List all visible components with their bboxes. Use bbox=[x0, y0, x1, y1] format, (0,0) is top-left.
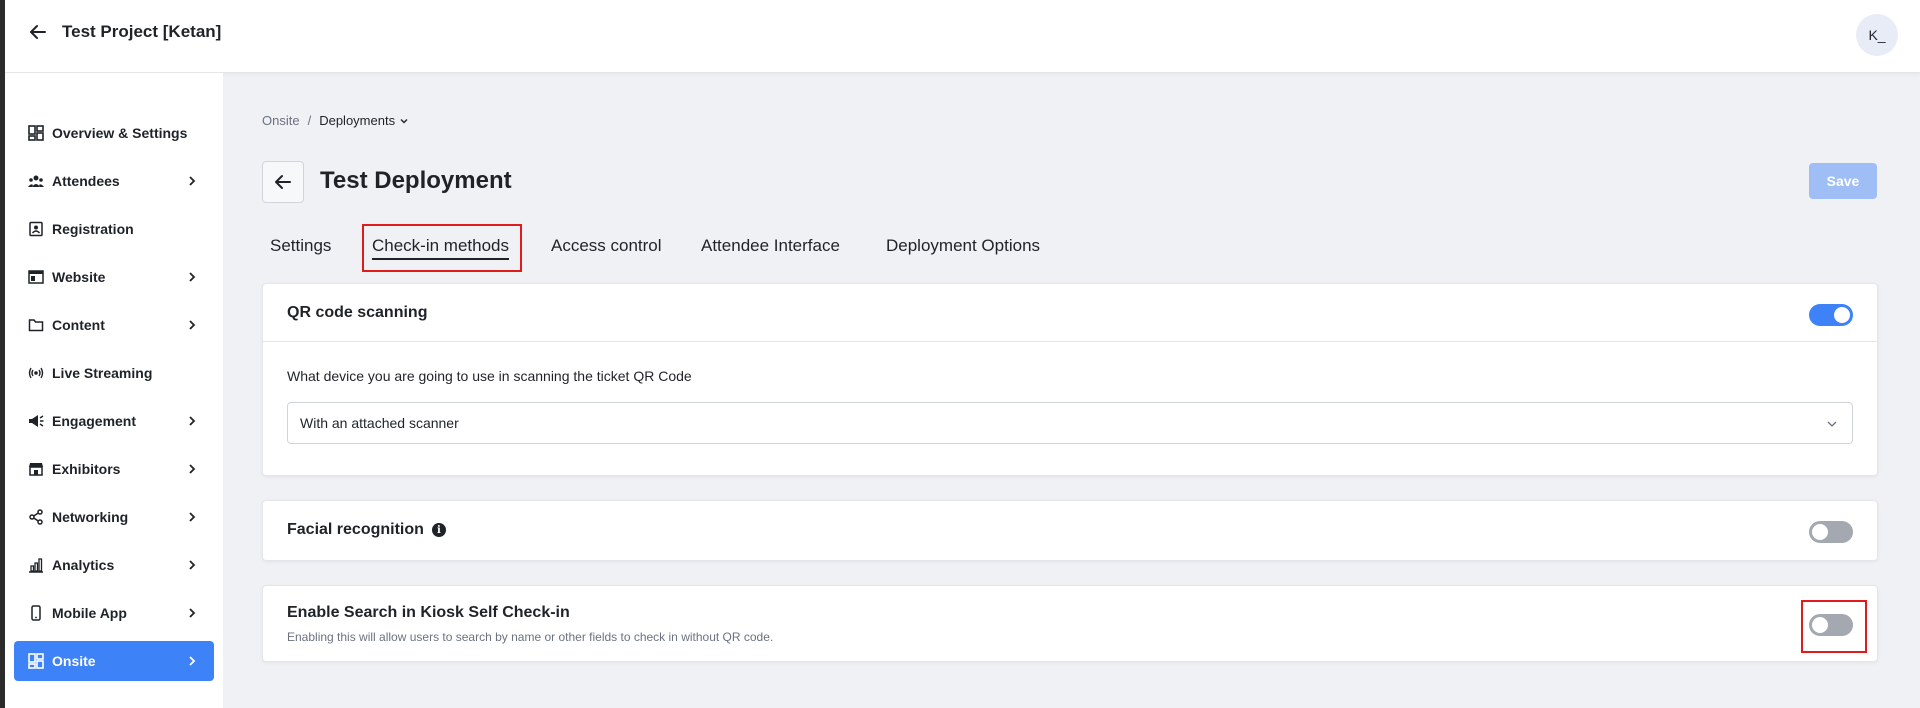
qr-device-select[interactable]: With an attached scanner bbox=[287, 402, 1853, 444]
dashboard-icon bbox=[28, 653, 44, 669]
kiosk-search-description: Enabling this will allow users to search… bbox=[287, 630, 774, 644]
page-title: Test Deployment bbox=[320, 167, 512, 194]
facial-recognition-card: Facial recognition i bbox=[262, 500, 1878, 561]
sidebar-item-website[interactable]: Website bbox=[14, 257, 214, 297]
chevron-right-icon bbox=[189, 272, 196, 282]
facial-recognition-header: Facial recognition i bbox=[287, 521, 446, 539]
toggle-knob bbox=[1812, 524, 1828, 540]
chevron-right-icon bbox=[189, 560, 196, 570]
store-icon bbox=[28, 461, 44, 477]
qr-device-selected-value: With an attached scanner bbox=[300, 415, 459, 431]
back-arrow-icon[interactable] bbox=[28, 22, 48, 42]
kiosk-search-card: Enable Search in Kiosk Self Check-in Ena… bbox=[262, 585, 1878, 662]
sidebar-item-engagement[interactable]: Engagement bbox=[14, 401, 214, 441]
sidebar-item-registration[interactable]: Registration bbox=[14, 209, 214, 249]
chevron-right-icon bbox=[189, 464, 196, 474]
sidebar-item-mobile-app[interactable]: Mobile App bbox=[14, 593, 214, 633]
breadcrumb: Onsite / Deployments bbox=[262, 113, 409, 128]
chevron-right-icon bbox=[189, 320, 196, 330]
breadcrumb-separator: / bbox=[307, 113, 312, 128]
toggle-highlight-box bbox=[1801, 600, 1867, 653]
sidebar-item-onsite[interactable]: Onsite bbox=[14, 641, 214, 681]
browser-icon bbox=[28, 269, 44, 285]
share-icon bbox=[28, 509, 44, 525]
top-bar: Test Project [Ketan] K_ bbox=[0, 0, 1920, 73]
tab-deployment-options[interactable]: Deployment Options bbox=[886, 236, 1040, 256]
breadcrumb-current-label: Deployments bbox=[319, 113, 396, 128]
sidebar: Overview & Settings Attendees Registrati… bbox=[5, 73, 223, 708]
people-icon bbox=[28, 173, 44, 189]
sidebar-item-label: Content bbox=[52, 317, 105, 333]
sidebar-item-networking[interactable]: Networking bbox=[14, 497, 214, 537]
sidebar-item-label: Analytics bbox=[52, 557, 115, 573]
breadcrumb-current[interactable]: Deployments bbox=[319, 113, 409, 128]
sidebar-item-label: Exhibitors bbox=[52, 461, 121, 477]
sidebar-item-label: Live Streaming bbox=[52, 365, 153, 381]
tab-access-control[interactable]: Access control bbox=[551, 236, 662, 256]
folder-icon bbox=[28, 317, 44, 333]
back-arrow-icon bbox=[275, 175, 291, 189]
kiosk-search-title: Enable Search in Kiosk Self Check-in bbox=[287, 604, 570, 621]
qr-scanning-toggle[interactable] bbox=[1809, 304, 1853, 326]
facial-recognition-title: Facial recognition bbox=[287, 521, 424, 538]
toggle-knob bbox=[1834, 307, 1850, 323]
sidebar-item-live-streaming[interactable]: Live Streaming bbox=[14, 353, 214, 393]
save-button[interactable]: Save bbox=[1809, 163, 1877, 199]
chevron-right-icon bbox=[189, 656, 196, 666]
bar-chart-icon bbox=[28, 557, 44, 573]
facial-recognition-toggle[interactable] bbox=[1809, 521, 1853, 543]
tab-settings[interactable]: Settings bbox=[270, 236, 331, 256]
dashboard-icon bbox=[28, 125, 44, 141]
qr-scanning-title: QR code scanning bbox=[287, 304, 428, 321]
tab-attendee-interface[interactable]: Attendee Interface bbox=[701, 236, 840, 256]
page-back-button[interactable] bbox=[262, 161, 304, 203]
sidebar-item-label: Mobile App bbox=[52, 605, 127, 621]
sidebar-item-overview-settings[interactable]: Overview & Settings bbox=[14, 113, 214, 153]
sidebar-item-label: Attendees bbox=[52, 173, 120, 189]
sidebar-item-content[interactable]: Content bbox=[14, 305, 214, 345]
card-divider bbox=[263, 341, 1877, 342]
id-card-icon bbox=[28, 221, 44, 237]
sidebar-item-label: Registration bbox=[52, 221, 134, 237]
info-icon[interactable]: i bbox=[431, 523, 446, 537]
sidebar-item-analytics[interactable]: Analytics bbox=[14, 545, 214, 585]
sidebar-item-label: Networking bbox=[52, 509, 129, 525]
chevron-right-icon bbox=[189, 608, 196, 618]
chevron-right-icon bbox=[189, 512, 196, 522]
chevron-down-icon bbox=[400, 118, 408, 123]
megaphone-icon bbox=[28, 413, 44, 429]
mobile-icon bbox=[28, 605, 44, 621]
qr-scanning-card: QR code scanning What device you are goi… bbox=[262, 283, 1878, 476]
sidebar-item-label: Engagement bbox=[52, 413, 137, 429]
broadcast-icon bbox=[28, 365, 44, 381]
breadcrumb-parent[interactable]: Onsite bbox=[262, 113, 300, 128]
chevron-down-icon bbox=[1827, 421, 1837, 427]
sidebar-item-label: Overview & Settings bbox=[52, 125, 188, 141]
project-title: Test Project [Ketan] bbox=[62, 22, 222, 41]
sidebar-item-label: Website bbox=[52, 269, 106, 285]
sidebar-item-exhibitors[interactable]: Exhibitors bbox=[14, 449, 214, 489]
tab-highlight-box bbox=[362, 224, 522, 272]
sidebar-item-attendees[interactable]: Attendees bbox=[14, 161, 214, 201]
chevron-right-icon bbox=[189, 176, 196, 186]
qr-device-question: What device you are going to use in scan… bbox=[287, 368, 692, 384]
avatar[interactable]: K_ bbox=[1856, 14, 1898, 56]
chevron-right-icon bbox=[189, 416, 196, 426]
sidebar-item-label: Onsite bbox=[52, 653, 96, 669]
